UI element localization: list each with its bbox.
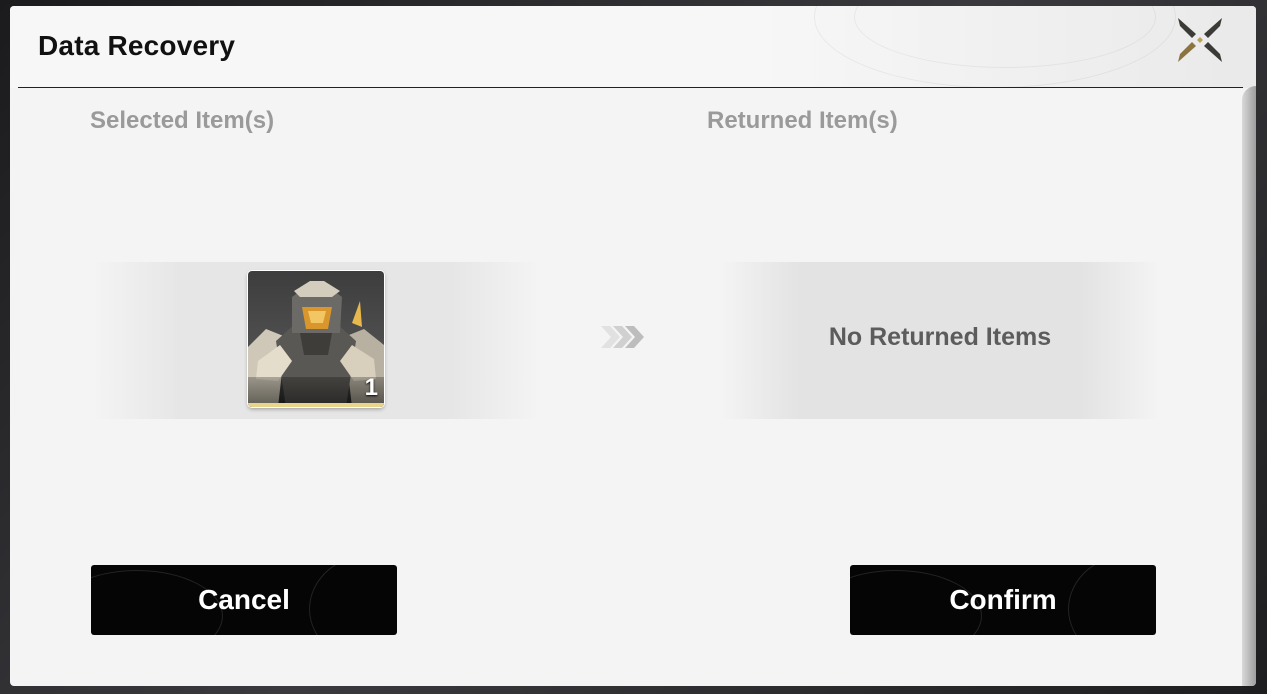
no-returned-items-text: No Returned Items [828,323,1052,351]
confirm-button[interactable]: Confirm [850,565,1156,635]
rarity-stripe [248,403,384,407]
selected-item-card[interactable]: 1 [248,271,384,407]
cancel-button[interactable]: Cancel [91,565,397,635]
close-x-icon[interactable] [1172,12,1228,68]
confirm-button-label: Confirm [949,584,1057,615]
dialog-header: Data Recovery [10,6,1256,88]
triple-chevron-right-icon [601,324,651,350]
selected-items-label: Selected Item(s) [90,107,275,134]
dialog-title: Data Recovery [38,30,236,61]
header-divider [18,87,1243,88]
cancel-button-label: Cancel [198,584,290,615]
item-count: 1 [364,374,378,401]
returned-items-label: Returned Item(s) [707,107,898,134]
